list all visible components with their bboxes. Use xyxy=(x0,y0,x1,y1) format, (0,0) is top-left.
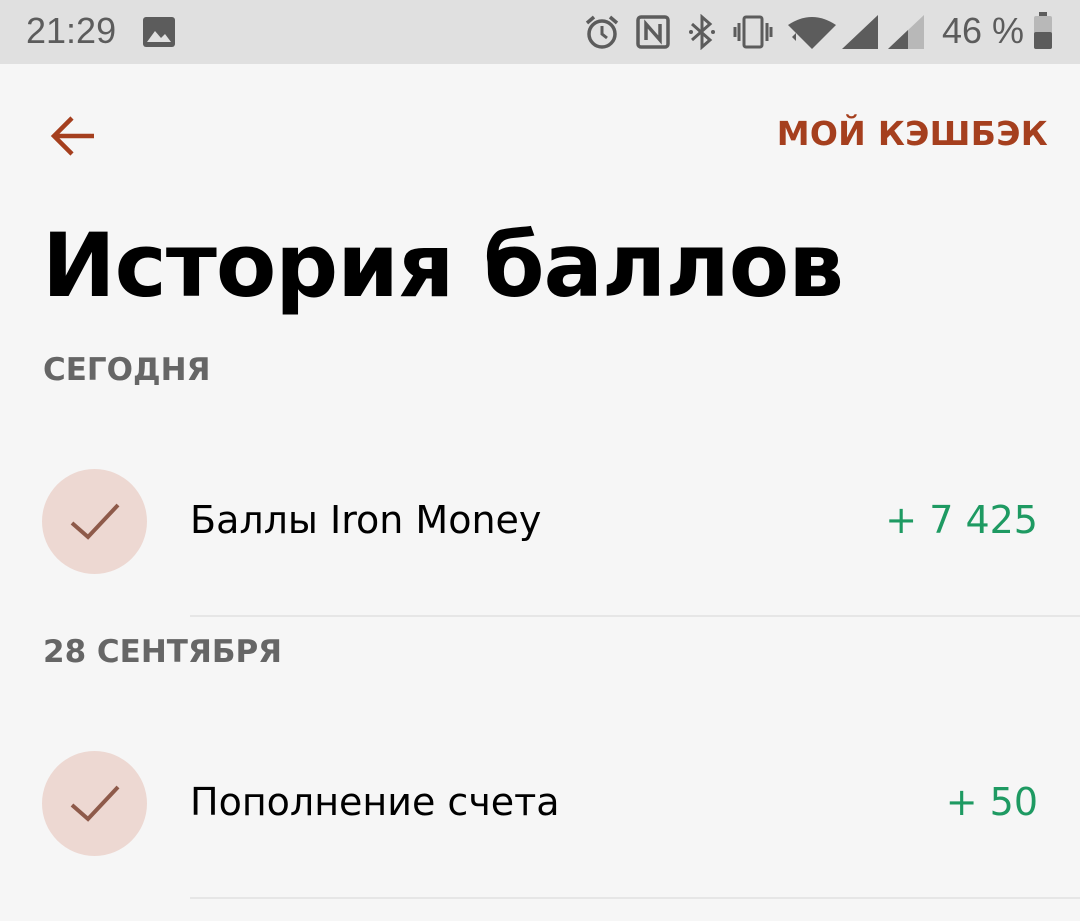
item-title: Баллы Iron Money xyxy=(190,498,542,542)
nfc-icon xyxy=(636,15,670,49)
status-circle xyxy=(42,469,147,574)
bluetooth-icon xyxy=(689,14,715,50)
signal-weak-icon xyxy=(888,15,924,49)
alarm-icon xyxy=(585,15,619,49)
status-time: 21:29 xyxy=(26,10,117,51)
divider xyxy=(190,897,1080,899)
signal-icon xyxy=(842,15,878,49)
image-icon xyxy=(143,17,175,47)
item-amount: + 50 xyxy=(945,780,1038,824)
back-button[interactable] xyxy=(50,112,98,160)
check-icon xyxy=(70,785,120,822)
list-item[interactable]: Пополнение счета + 50 xyxy=(0,748,1080,858)
list-item[interactable]: Баллы Iron Money + 7 425 xyxy=(0,466,1080,576)
section-header-today: СЕГОДНЯ xyxy=(43,352,211,388)
item-amount: + 7 425 xyxy=(885,498,1038,542)
vibrate-icon xyxy=(733,15,773,49)
battery-icon xyxy=(1034,12,1052,49)
my-cashback-button[interactable]: МОЙ КЭШБЭК xyxy=(777,114,1048,153)
status-circle xyxy=(42,751,147,856)
wifi-icon xyxy=(788,17,836,49)
arrow-left-icon xyxy=(50,116,94,156)
status-bar: 21:29 46 % xyxy=(0,0,1080,64)
item-title: Пополнение счета xyxy=(190,780,560,824)
page-title: История баллов xyxy=(42,214,844,317)
section-header-sep-28: 28 СЕНТЯБРЯ xyxy=(43,634,283,670)
battery-percent: 46 % xyxy=(942,10,1025,51)
check-icon xyxy=(70,503,120,540)
divider xyxy=(190,615,1080,617)
